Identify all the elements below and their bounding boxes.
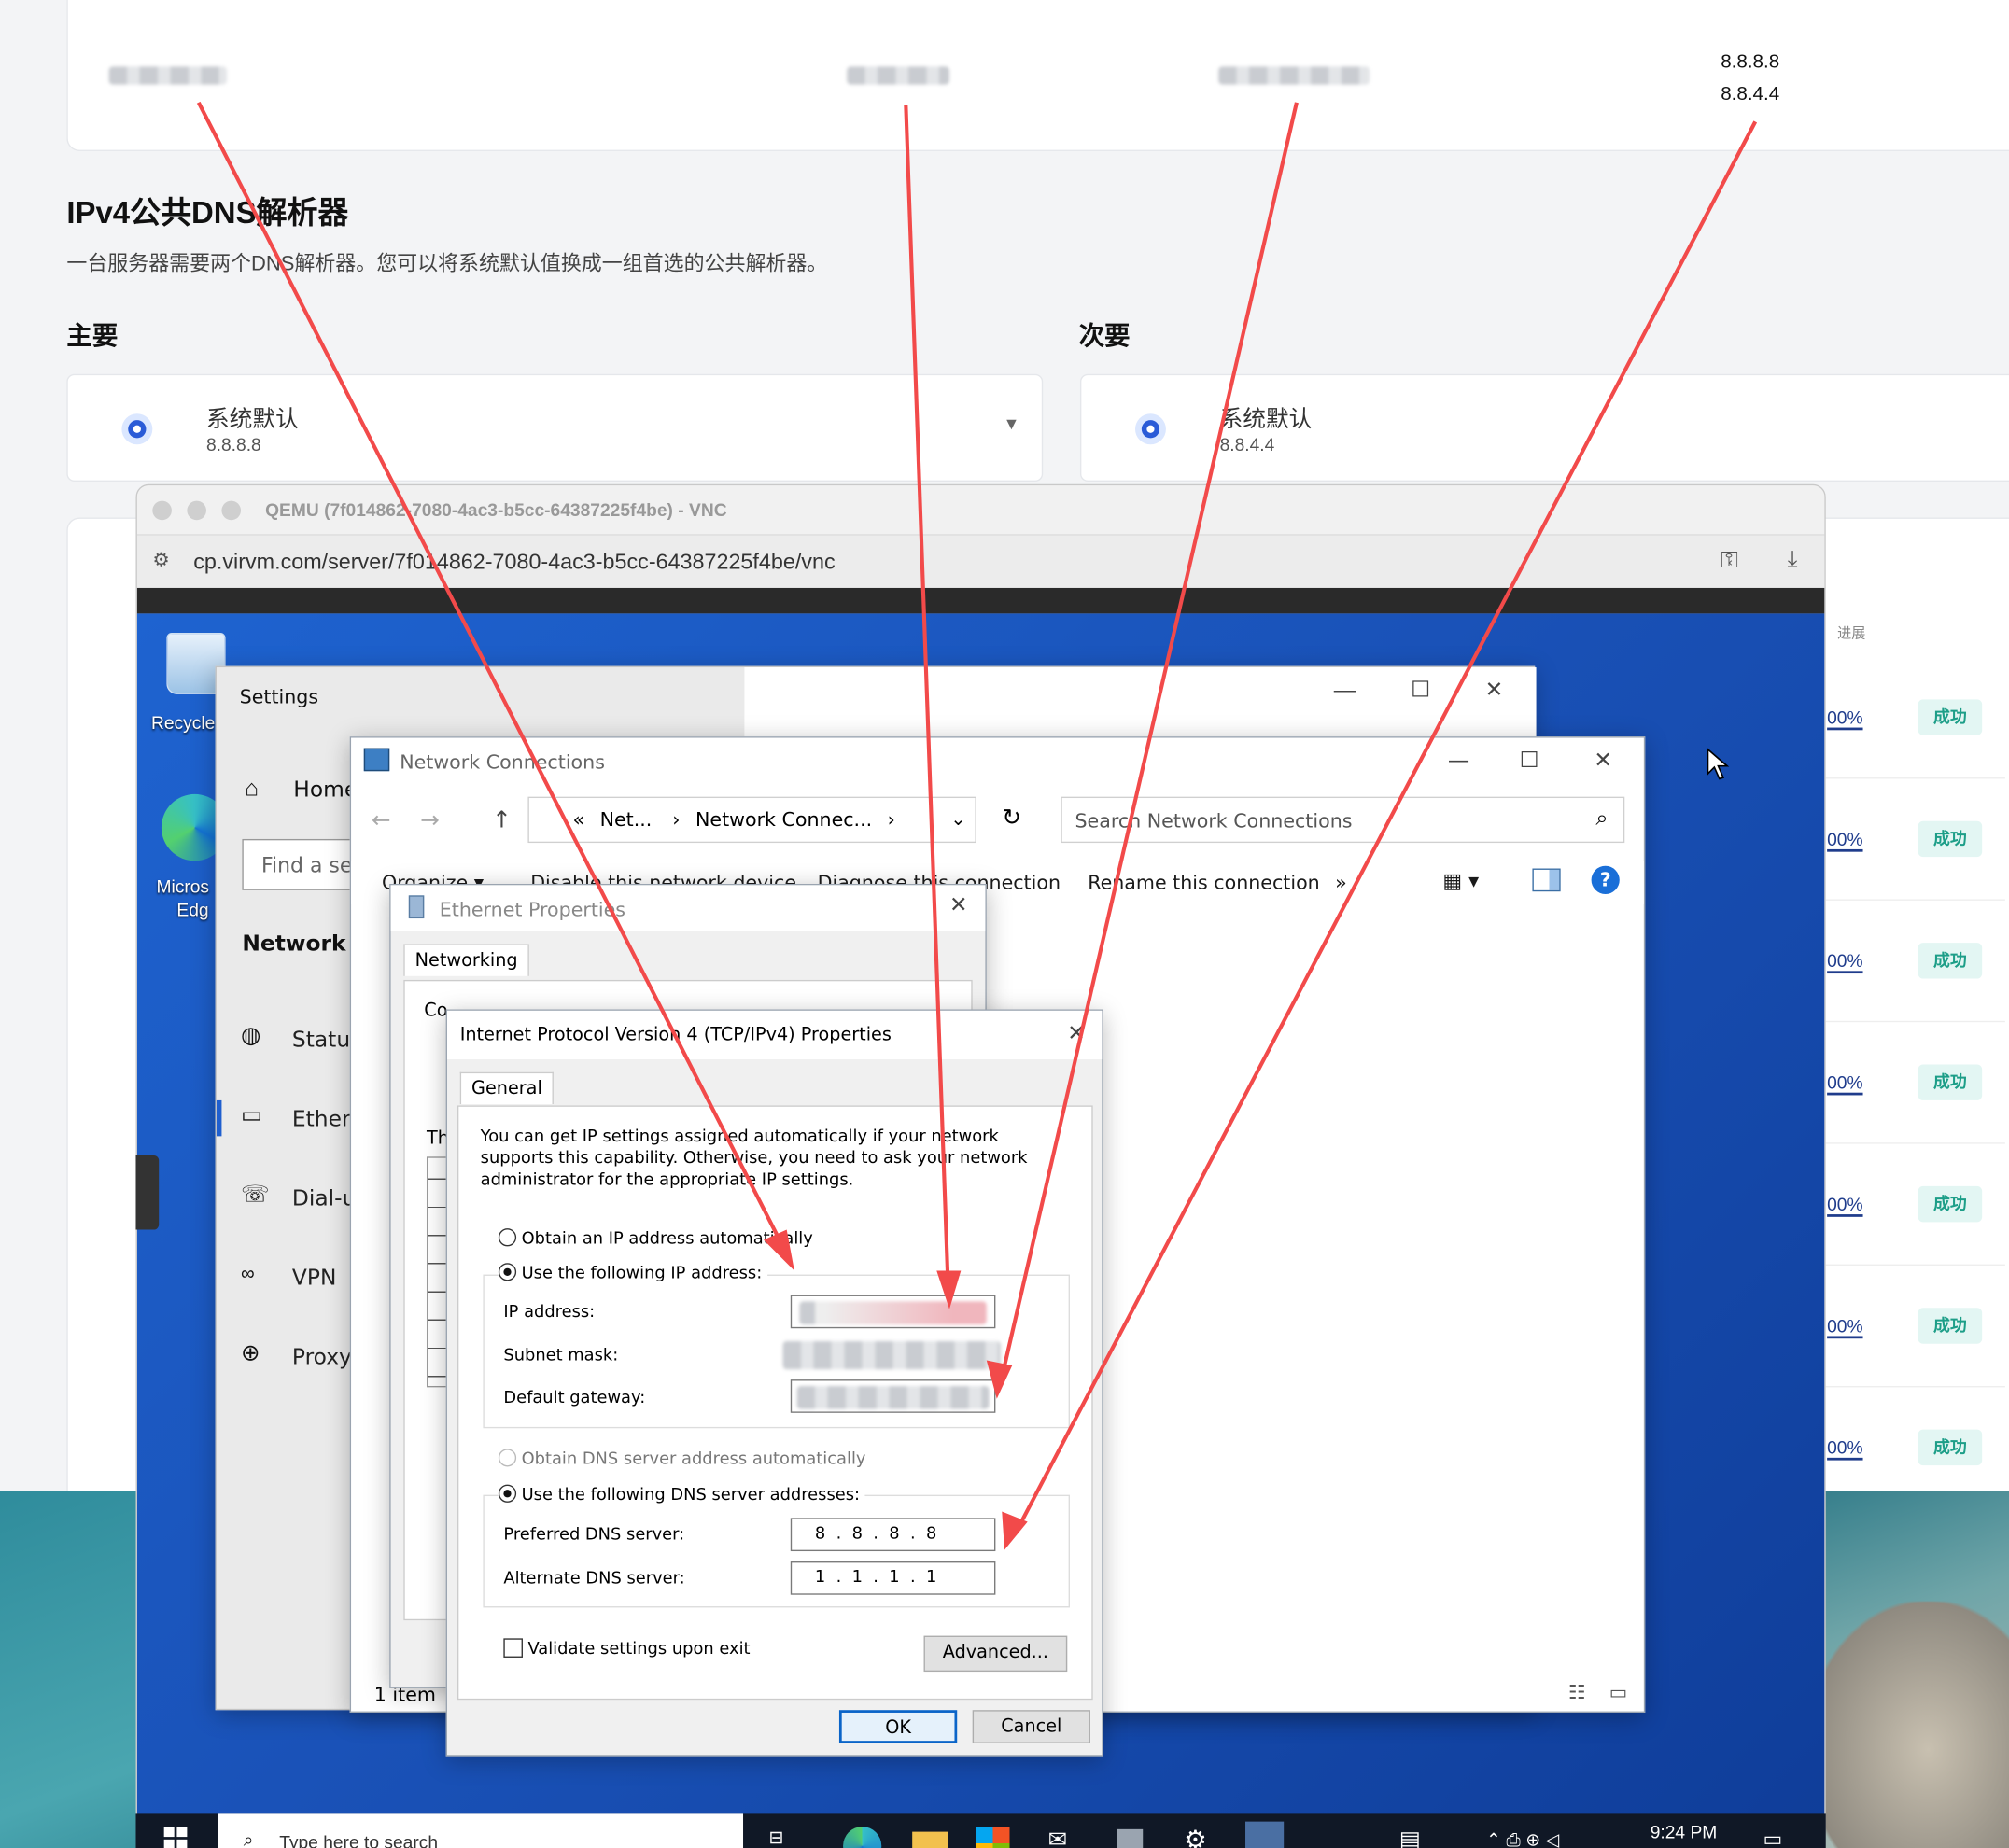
annotation-arrow-3	[1000, 102, 1299, 1378]
annotation-arrowhead-2	[936, 1270, 962, 1309]
annotation-arrow-1	[196, 101, 786, 1251]
annotation-arrow-2	[904, 105, 950, 1288]
annotation-arrowhead-3	[986, 1360, 1013, 1399]
annotation-arrows	[196, 101, 1758, 1550]
annotation-arrowhead-1	[763, 1229, 794, 1271]
annotation-arrow-4	[1013, 120, 1758, 1536]
